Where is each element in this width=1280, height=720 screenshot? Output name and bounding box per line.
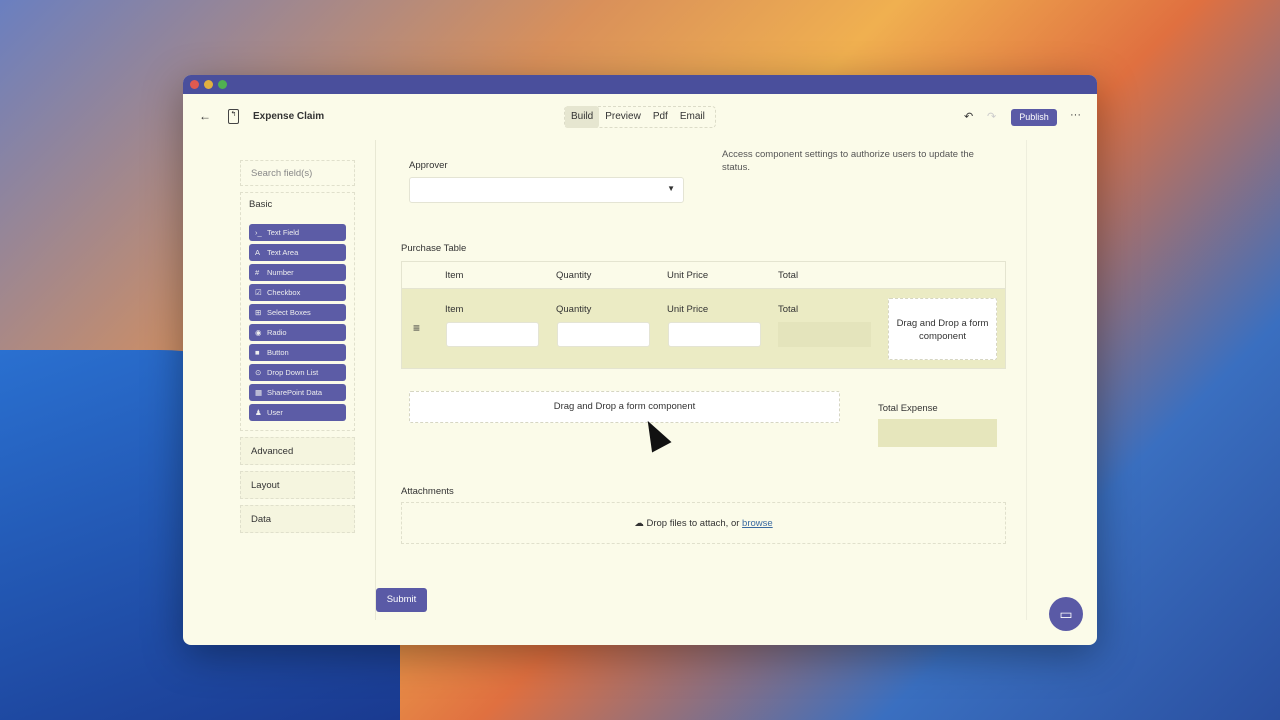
form-title: Expense Claim <box>253 111 325 122</box>
column-header-item: Item <box>445 270 464 281</box>
search-fields-input[interactable]: Search field(s) <box>240 160 355 186</box>
item-input[interactable] <box>446 322 539 347</box>
title-bar <box>183 75 1097 94</box>
minimize-window-button[interactable] <box>204 80 213 89</box>
column-header-quantity: Quantity <box>556 270 592 281</box>
chat-support-button[interactable]: ▭ <box>1049 597 1083 631</box>
publish-button[interactable]: Publish <box>1011 109 1057 126</box>
view-tabs: Build Preview Pdf Email <box>564 106 716 128</box>
undo-icon[interactable]: ↶ <box>964 110 973 123</box>
authorization-note: Access component settings to authorize u… <box>722 149 974 173</box>
component-checkbox[interactable]: ☑ Checkbox <box>249 284 346 301</box>
advanced-group[interactable]: Advanced <box>240 437 355 465</box>
browse-link[interactable]: browse <box>742 518 773 529</box>
basic-group-title[interactable]: Basic <box>249 199 346 210</box>
component-button[interactable]: ■ Button <box>249 344 346 361</box>
button-icon: ■ <box>255 348 260 357</box>
component-text-area[interactable]: A Text Area <box>249 244 346 261</box>
text-area-icon: A <box>255 248 261 257</box>
form-canvas: Approver ▼ Access component settings to … <box>375 140 1027 620</box>
user-icon: ♟ <box>255 408 262 417</box>
approver-select[interactable]: ▼ <box>409 177 684 203</box>
component-label: Checkbox <box>267 288 301 297</box>
component-label: Select Boxes <box>267 308 311 317</box>
drop-zone-wide[interactable]: Drag and Drop a form component <box>409 391 840 423</box>
attachments-label: Attachments <box>401 486 454 497</box>
total-field <box>778 322 871 347</box>
text-field-icon: ›_ <box>255 228 262 237</box>
radio-icon: ◉ <box>255 328 262 337</box>
component-select-boxes[interactable]: ⊞ Select Boxes <box>249 304 346 321</box>
unit-price-label: Unit Price <box>667 304 709 315</box>
component-radio[interactable]: ◉ Radio <box>249 324 346 341</box>
approver-label: Approver <box>409 160 448 171</box>
drop-files-text: Drop files to attach, or <box>646 518 740 529</box>
layout-group[interactable]: Layout <box>240 471 355 499</box>
column-header-unit-price: Unit Price <box>667 270 709 281</box>
sharepoint-data-icon: ▦ <box>255 388 263 397</box>
number-icon: # <box>255 268 260 277</box>
tab-email[interactable]: Email <box>674 106 711 128</box>
component-label: Text Area <box>267 248 299 257</box>
file-drop-zone[interactable]: ☁ Drop files to attach, or browse <box>401 502 1006 544</box>
table-row: ≡ Item Quantity Unit Price Total Drag an… <box>402 289 1005 368</box>
app-window: ← ↰ Expense Claim Build Preview Pdf Emai… <box>183 75 1097 645</box>
form-document-icon: ↰ <box>228 109 239 124</box>
drop-down-list-icon: ⊙ <box>255 368 262 377</box>
component-number[interactable]: # Number <box>249 264 346 281</box>
tab-build[interactable]: Build <box>565 106 600 128</box>
purchase-table-label: Purchase Table <box>401 243 467 254</box>
more-options-icon[interactable]: ··· <box>1070 109 1081 121</box>
total-label: Total <box>778 304 799 315</box>
component-text-field[interactable]: ›_ Text Field <box>249 224 346 241</box>
component-label: Text Field <box>267 228 300 237</box>
drop-zone-small[interactable]: Drag and Drop a form component <box>888 298 997 360</box>
tab-preview[interactable]: Preview <box>599 106 647 128</box>
unit-price-input[interactable] <box>668 322 761 347</box>
close-window-button[interactable] <box>190 80 199 89</box>
component-user[interactable]: ♟ User <box>249 404 346 421</box>
component-label: SharePoint Data <box>267 388 323 397</box>
component-sidebar: Search field(s) Basic ›_ Text Field A Text … <box>240 160 355 533</box>
back-arrow-icon[interactable]: ← <box>199 109 211 123</box>
component-drop-down-list[interactable]: ⊙ Drop Down List <box>249 364 346 381</box>
quantity-label: Quantity <box>556 304 592 315</box>
select-boxes-icon: ⊞ <box>255 308 262 317</box>
purchase-table: Item Quantity Unit Price Total ≡ Item Qu… <box>401 261 1006 369</box>
checkbox-icon: ☑ <box>255 288 262 297</box>
item-label: Item <box>445 304 464 315</box>
quantity-input[interactable] <box>557 322 650 347</box>
component-label: Button <box>267 348 289 357</box>
basic-group: Basic ›_ Text Field A Text Area # Number ☑ Chec… <box>240 192 355 431</box>
component-sharepoint-data[interactable]: ▦ SharePoint Data <box>249 384 346 401</box>
total-expense-label: Total Expense <box>878 403 938 414</box>
submit-button[interactable]: Submit <box>376 588 427 612</box>
component-label: Radio <box>267 328 287 337</box>
drag-handle-icon[interactable]: ≡ <box>413 321 420 335</box>
component-label: User <box>267 408 283 417</box>
data-group[interactable]: Data <box>240 505 355 533</box>
maximize-window-button[interactable] <box>218 80 227 89</box>
tab-pdf[interactable]: Pdf <box>647 106 674 128</box>
total-expense-field <box>878 419 997 447</box>
component-label: Drop Down List <box>267 368 319 377</box>
redo-icon[interactable]: ↷ <box>987 110 996 123</box>
component-label: Number <box>267 268 294 277</box>
column-header-total: Total <box>778 270 799 281</box>
cloud-upload-icon: ☁ <box>634 518 644 529</box>
